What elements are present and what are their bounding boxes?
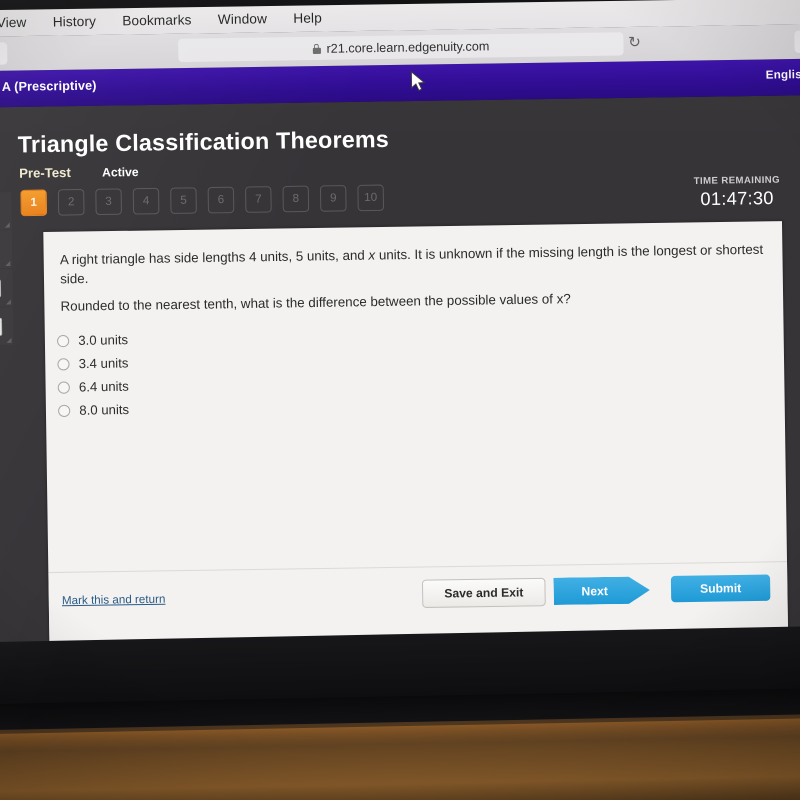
answer-choice-list: 3.0 units 3.4 units 6.4 units 8.0 units [53,323,459,422]
question-number-button-7[interactable]: 7 [245,186,272,213]
lock-icon [312,43,321,54]
menu-item-bookmarks[interactable]: Bookmarks [122,12,191,28]
menu-item-history[interactable]: History [53,13,96,29]
toolbar-right-button[interactable] [794,30,800,53]
calculator-icon [0,278,2,298]
calculator-tool-button[interactable] [0,268,14,307]
question-number-button-6[interactable]: 6 [207,186,235,214]
answer-choice-label-3: 6.4 units [78,378,129,395]
question-p2-pre: Rounded to the nearest tenth, what is th… [60,291,557,314]
address-bar[interactable]: r21.core.learn.edgenuity.com [178,32,624,63]
assignment-type-label: Pre-Test [19,164,71,181]
radio-button-1[interactable] [56,334,70,347]
course-title: y A (Prescriptive) [0,78,97,95]
time-remaining-label: TIME REMAINING [693,174,781,187]
question-number-button-1[interactable]: 1 [20,189,48,217]
assignment-state-label: Active [102,164,139,180]
photo-of-screen: View History Bookmarks Window Help r21.c… [0,0,800,800]
question-number-button-4[interactable]: 4 [132,187,160,215]
highlighter-tool-button[interactable] [0,192,12,231]
question-paragraph-2: Rounded to the nearest tenth, what is th… [60,286,769,316]
radio-button-3[interactable] [57,380,70,394]
tool-rail: x [0,192,18,346]
answer-choice-label-1: 3.0 units [78,332,129,348]
undo-icon [0,238,3,261]
question-number-button-8[interactable]: 8 [282,185,310,213]
square-root-icon: x [0,317,3,336]
submit-button[interactable]: Submit [670,574,771,603]
save-and-exit-button[interactable]: Save and Exit [421,577,546,608]
menu-item-help[interactable]: Help [293,10,322,26]
answer-choice-label-4: 8.0 units [79,401,130,418]
question-card: A right triangle has side lengths 4 unit… [43,221,789,642]
question-number-button-10[interactable]: 10 [357,184,385,212]
mark-this-and-return-link[interactable]: Mark this and return [62,594,166,608]
radio-button-2[interactable] [57,357,70,370]
highlighter-icon [0,200,3,223]
square-root-tool-button[interactable]: x [0,307,14,346]
menu-item-window[interactable]: Window [218,11,267,27]
question-p2-post: ? [563,291,571,307]
menu-item-view[interactable]: View [0,14,27,30]
question-number-button-5[interactable]: 5 [170,187,197,214]
page-title: Triangle Classification Theorems [17,125,390,158]
question-number-button-2[interactable]: 2 [57,188,85,216]
question-number-button-3[interactable]: 3 [95,188,122,216]
question-p1-pre: A right triangle has side lengths 4 unit… [59,247,369,268]
next-button[interactable]: Next [553,576,650,605]
reload-icon[interactable]: ↻ [625,34,643,52]
question-number-button-9[interactable]: 9 [319,185,347,212]
address-bar-url: r21.core.learn.edgenuity.com [326,38,490,56]
question-paragraph-1: A right triangle has side lengths 4 unit… [60,240,769,289]
answer-choice-4[interactable]: 8.0 units [54,393,459,422]
language-label[interactable]: English [766,69,800,82]
answer-choice-label-2: 3.4 units [78,355,129,372]
toolbar-left-button[interactable] [0,42,8,65]
undo-tool-button[interactable] [0,230,13,269]
time-remaining-value: 01:47:30 [700,187,774,210]
time-remaining: TIME REMAINING 01:47:30 [671,174,800,210]
question-number-strip: 1 2 3 4 5 6 7 8 9 10 [20,184,385,217]
radio-button-4[interactable] [57,404,71,417]
